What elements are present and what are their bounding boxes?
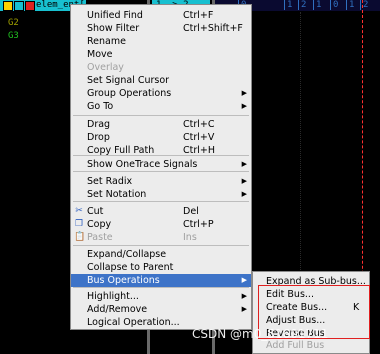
menu-item-rename[interactable]: Rename (71, 35, 251, 48)
menu-item-shortcut: Ctrl+Shift+F (183, 23, 243, 34)
color-tag-icon (25, 1, 35, 11)
copy-icon: ❐ (74, 219, 84, 229)
menu-item-label: Rename (87, 36, 126, 47)
watermark-text: CSDN @m0_51601711 (192, 327, 329, 341)
submenu-arrow-icon: ▶ (241, 305, 247, 313)
menu-separator (73, 115, 249, 116)
menu-item-overlay[interactable]: Overlay (71, 61, 251, 74)
menu-item-label: Move (87, 49, 113, 60)
menu-item-collapse-to-parent[interactable]: Collapse to Parent (71, 261, 251, 274)
menu-item-set-signal-cursor[interactable]: Set Signal Cursor (71, 74, 251, 87)
waveform-header-cell: 1 (313, 0, 321, 10)
menu-item-label: Set Radix (87, 176, 133, 187)
menu-item-label: Set Signal Cursor (87, 75, 170, 86)
menu-item-label: Expand/Collapse (87, 249, 167, 260)
menu-item-label: Show OneTrace Signals (87, 159, 198, 170)
submenu-arrow-icon: ▶ (241, 190, 247, 198)
menu-separator (73, 201, 249, 202)
scissors-icon: ✂ (75, 206, 83, 216)
menu-item-label: Group Operations (87, 88, 172, 99)
menu-item-label: Drag (87, 119, 111, 130)
menu-item-label: Cut (87, 206, 104, 217)
menu-item-shortcut: Ctrl+F (183, 10, 214, 21)
menu-separator (73, 171, 249, 172)
submenu-arrow-icon: ▶ (241, 177, 247, 185)
menu-item-bus-operations[interactable]: Bus Operations ▶ (71, 274, 251, 287)
menu-item-label: Show Filter (87, 23, 140, 34)
signal-row-g3[interactable]: G3 (8, 31, 19, 41)
menu-item-label: Bus Operations (87, 275, 160, 286)
submenu-arrow-icon: ▶ (241, 276, 247, 284)
menu-item-shortcut: Ctrl+V (183, 132, 215, 143)
menu-item-label: Unified Find (87, 10, 143, 21)
menu-item-expand-collapse[interactable]: Expand/Collapse (71, 248, 251, 261)
submenu-arrow-icon: ▶ (241, 89, 247, 97)
expand-box-icon[interactable] (3, 1, 13, 11)
menu-item-set-notation[interactable]: Set Notation ▶ (71, 188, 251, 201)
menu-separator (73, 287, 249, 288)
waveform-header-cell: 1 (346, 0, 354, 10)
menu-item-label: Set Notation (87, 189, 147, 200)
menu-item-shortcut: Del (183, 206, 199, 217)
menu-item-go-to[interactable]: Go To ▶ (71, 100, 251, 113)
menu-item-label: Copy (87, 219, 112, 230)
menu-item-label: Logical Operation... (87, 317, 180, 328)
menu-item-shortcut: Ins (183, 232, 197, 243)
submenu-arrow-icon: ▶ (241, 292, 247, 300)
paste-icon: 📋 (74, 232, 86, 242)
menu-item-label: Highlight... (87, 291, 139, 302)
menu-item-shortcut: Ctrl+P (183, 219, 214, 230)
menu-separator (73, 155, 249, 156)
menu-item-label: Paste (87, 232, 113, 243)
menu-item-highlight[interactable]: Highlight... ▶ (71, 290, 251, 303)
signal-context-menu: Unified Find Ctrl+F Show Filter Ctrl+Shift+… (70, 4, 252, 330)
signal-row-g2[interactable]: G2 (8, 18, 19, 28)
menu-item-label: Overlay (87, 62, 124, 73)
submenu-arrow-icon: ▶ (241, 102, 247, 110)
submenu-arrow-icon: ▶ (241, 160, 247, 168)
menu-item-add-remove[interactable]: Add/Remove ▶ (71, 303, 251, 316)
menu-item-label: Drop (87, 132, 110, 143)
menu-item-unified-find[interactable]: Unified Find Ctrl+F (71, 9, 251, 22)
menu-item-move[interactable]: Move (71, 48, 251, 61)
menu-item-drag[interactable]: Drag Ctrl+C (71, 118, 251, 131)
menu-item-show-onetrace-signals[interactable]: Show OneTrace Signals ▶ (71, 158, 251, 171)
menu-item-label: Add/Remove (87, 304, 148, 315)
waveform-header-cell: 0 (330, 0, 338, 10)
waveform-header-cell: 1 (284, 0, 292, 10)
menu-item-label: Collapse to Parent (87, 262, 174, 273)
waveform-header-cell: 2 (298, 0, 306, 10)
menu-item-group-operations[interactable]: Group Operations ▶ (71, 87, 251, 100)
menu-item-paste[interactable]: 📋 Paste Ins (71, 231, 251, 244)
checkbox-icon[interactable] (14, 1, 24, 11)
menu-item-show-filter[interactable]: Show Filter Ctrl+Shift+F (71, 22, 251, 35)
menu-item-set-radix[interactable]: Set Radix ▶ (71, 175, 251, 188)
menu-separator (73, 245, 249, 246)
menu-item-cut[interactable]: ✂ Cut Del (71, 205, 251, 218)
menu-item-drop[interactable]: Drop Ctrl+V (71, 131, 251, 144)
menu-item-shortcut: Ctrl+C (183, 119, 215, 130)
menu-item-label: Go To (87, 101, 114, 112)
menu-item-copy[interactable]: ❐ Copy Ctrl+P (71, 218, 251, 231)
